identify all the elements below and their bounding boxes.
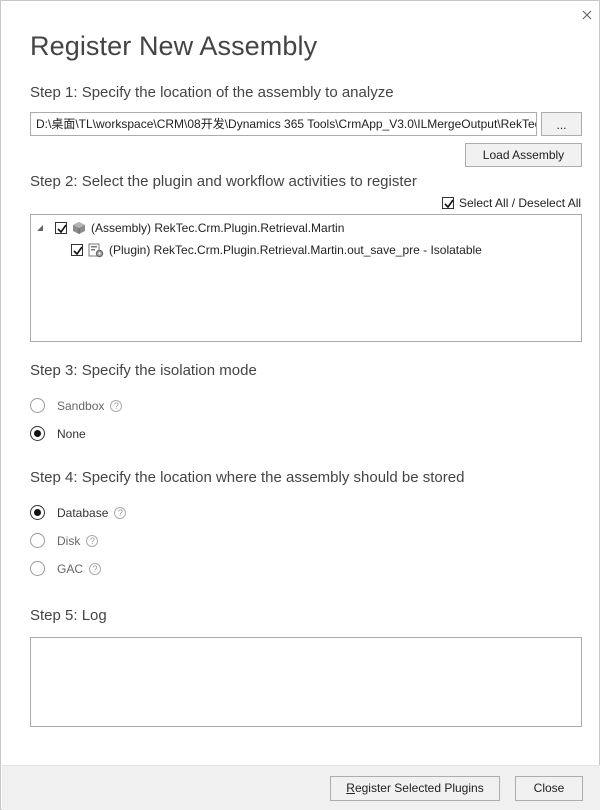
- sandbox-label: Sandbox: [57, 398, 105, 413]
- database-radio[interactable]: [30, 505, 45, 520]
- dialog-title: Register New Assembly: [30, 31, 318, 61]
- assembly-icon: [73, 222, 85, 234]
- browse-button[interactable]: ...: [541, 112, 582, 136]
- register-assembly-dialog: Register New Assembly Step 1: Specify th…: [0, 0, 600, 810]
- isolation-sandbox-option[interactable]: Sandbox ?: [30, 398, 123, 413]
- select-all-toggle[interactable]: Select All / Deselect All: [442, 196, 581, 210]
- step1-label: Step 1: Specify the location of the asse…: [30, 84, 394, 101]
- close-button[interactable]: Close: [515, 776, 583, 801]
- help-icon[interactable]: ?: [89, 562, 102, 575]
- help-icon[interactable]: ?: [86, 534, 99, 547]
- help-icon[interactable]: ?: [110, 399, 123, 412]
- storage-disk-option[interactable]: Disk ?: [30, 533, 99, 548]
- load-assembly-button[interactable]: Load Assembly: [465, 143, 582, 167]
- plugin-checkbox[interactable]: [71, 244, 83, 256]
- database-label: Database: [57, 505, 109, 520]
- collapse-triangle-icon[interactable]: [36, 224, 44, 232]
- plugin-icon: [88, 243, 104, 258]
- close-icon[interactable]: [579, 7, 595, 23]
- assembly-checkbox[interactable]: [55, 222, 67, 234]
- tree-row-plugin[interactable]: (Plugin) RekTec.Crm.Plugin.Retrieval.Mar…: [71, 242, 482, 258]
- isolation-none-option[interactable]: None: [30, 426, 86, 441]
- assembly-path-input[interactable]: D:\桌面\TL\workspace\CRM\08开发\Dynamics 365…: [30, 112, 537, 136]
- select-all-label: Select All / Deselect All: [459, 196, 582, 210]
- step2-label: Step 2: Select the plugin and workflow a…: [30, 173, 417, 190]
- gac-radio[interactable]: [30, 561, 45, 576]
- disk-label: Disk: [57, 533, 81, 548]
- step5-label: Step 5: Log: [30, 607, 107, 624]
- plugin-tree: (Assembly) RekTec.Crm.Plugin.Retrieval.M…: [30, 214, 582, 342]
- log-textarea[interactable]: [30, 637, 582, 727]
- sandbox-radio[interactable]: [30, 398, 45, 413]
- disk-radio[interactable]: [30, 533, 45, 548]
- select-all-checkbox[interactable]: [442, 197, 454, 209]
- register-button-label: Register Selected Plugins: [346, 781, 484, 795]
- gac-label: GAC: [57, 561, 84, 576]
- plugin-label: (Plugin) RekTec.Crm.Plugin.Retrieval.Mar…: [109, 243, 482, 257]
- storage-gac-option[interactable]: GAC ?: [30, 561, 102, 576]
- help-icon[interactable]: ?: [114, 506, 127, 519]
- dialog-footer: [2, 765, 600, 810]
- step3-label: Step 3: Specify the isolation mode: [30, 362, 257, 379]
- none-label: None: [57, 426, 86, 441]
- storage-database-option[interactable]: Database ?: [30, 505, 127, 520]
- none-radio[interactable]: [30, 426, 45, 441]
- tree-row-assembly[interactable]: (Assembly) RekTec.Crm.Plugin.Retrieval.M…: [36, 220, 344, 236]
- register-selected-plugins-button[interactable]: Register Selected Plugins: [330, 776, 500, 801]
- step4-label: Step 4: Specify the location where the a…: [30, 469, 465, 486]
- assembly-label: (Assembly) RekTec.Crm.Plugin.Retrieval.M…: [91, 221, 345, 235]
